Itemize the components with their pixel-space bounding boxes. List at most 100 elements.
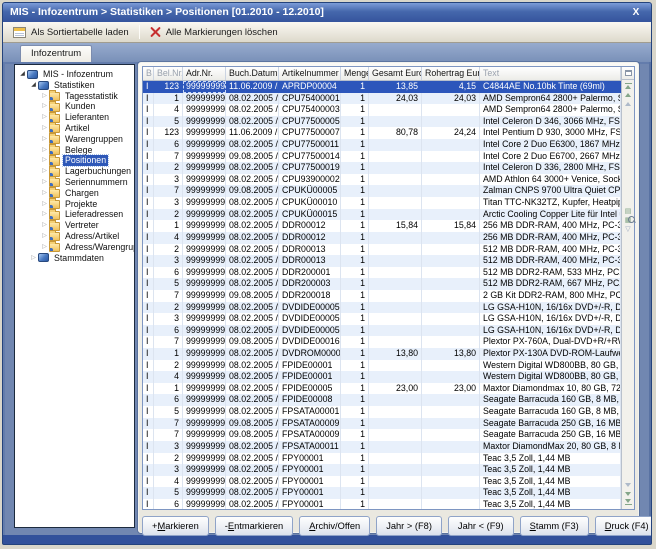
scroll-row-down-button[interactable] bbox=[622, 480, 634, 489]
table-row[interactable]: I1239999999911.06.2009 /DoAPRDP00004113,… bbox=[143, 81, 621, 93]
tree-item-tagesstatistik[interactable]: ▷Tagesstatistik bbox=[15, 91, 134, 102]
table-row[interactable]: I79999999909.08.2005 /DiDDR20001812 GB K… bbox=[143, 290, 621, 302]
footer-button-stamm-f3[interactable]: Stamm (F3) bbox=[520, 516, 589, 536]
collapsed-arrow-icon[interactable]: ▷ bbox=[40, 188, 49, 199]
tree-item-mis-infozentrum[interactable]: ◢MIS - Infozentrum bbox=[15, 69, 134, 80]
column-header-text[interactable]: Text bbox=[480, 67, 621, 80]
table-row[interactable]: I19999999908.02.2005 /DiDVDROM00001113,8… bbox=[143, 348, 621, 360]
table-row[interactable]: I29999999908.02.2005 /DiDDR000131512 MB … bbox=[143, 244, 621, 256]
footer-button-druck-f4[interactable]: Druck (F4) bbox=[595, 516, 652, 536]
table-row[interactable]: I39999999908.02.2005 /DiDDR000131512 MB … bbox=[143, 255, 621, 267]
table-row[interactable]: I29999999908.02.2005 /DiCPUKÜ000151Arcti… bbox=[143, 209, 621, 221]
tree-item-kunden[interactable]: ▷Kunden bbox=[15, 101, 134, 112]
collapsed-arrow-icon[interactable]: ▷ bbox=[40, 177, 49, 188]
tree-item-lieferanten[interactable]: ▷Lieferanten bbox=[15, 112, 134, 123]
collapsed-arrow-icon[interactable]: ▷ bbox=[40, 101, 49, 112]
table-row[interactable]: I79999999909.08.2005 /DiDVDIDE000161Plex… bbox=[143, 336, 621, 348]
table-row[interactable]: I69999999908.02.2005 /DiDVDIDE000051LG G… bbox=[143, 325, 621, 337]
scroll-first-row-button[interactable] bbox=[622, 81, 634, 90]
table-row[interactable]: I39999999908.02.2005 /DiFPY000011Teac 3,… bbox=[143, 464, 621, 476]
expanded-arrow-icon[interactable]: ◢ bbox=[29, 80, 38, 91]
tree-item-adress-warengruppen[interactable]: ▷Adress/Warengruppen bbox=[15, 242, 134, 253]
footer-button-jahr-f8[interactable]: Jahr > (F8) bbox=[376, 516, 442, 536]
collapsed-arrow-icon[interactable]: ▷ bbox=[29, 253, 38, 264]
close-button[interactable]: X bbox=[629, 3, 643, 22]
collapsed-arrow-icon[interactable]: ▷ bbox=[40, 209, 49, 220]
collapsed-arrow-icon[interactable]: ▷ bbox=[40, 123, 49, 134]
load-sort-table-button[interactable]: Als Sortiertabelle laden bbox=[7, 25, 135, 40]
tree-item-adress-artikel[interactable]: ▷Adress/Artikel bbox=[15, 231, 134, 242]
collapsed-arrow-icon[interactable]: ▷ bbox=[40, 166, 49, 177]
column-header-buch-datum[interactable]: Buch.Datum bbox=[226, 67, 279, 80]
table-row[interactable]: I79999999909.08.2005 /DiFPSATA000091Seag… bbox=[143, 418, 621, 430]
table-row[interactable]: I1239999999911.06.2009 /DoCPU77500007180… bbox=[143, 127, 621, 139]
table-row[interactable]: I49999999908.02.2005 /DiDDR000121256 MB … bbox=[143, 232, 621, 244]
column-header-gesamt-euro[interactable]: Gesamt Euro bbox=[369, 67, 422, 80]
table-row[interactable]: I29999999908.02.2005 /DiCPU775000191Inte… bbox=[143, 162, 621, 174]
table-row[interactable]: I19999999908.02.2005 /DiCPU75400001124,0… bbox=[143, 93, 621, 105]
column-header-artikelnummer[interactable]: Artikelnummer bbox=[279, 67, 341, 80]
column-header-b[interactable]: B bbox=[143, 67, 154, 80]
table-row[interactable]: I69999999908.02.2005 /DiFPIDE000081Seaga… bbox=[143, 394, 621, 406]
grid-scrollbar[interactable]: ▤ ▦ ▽ bbox=[621, 67, 634, 509]
table-row[interactable]: I39999999908.02.2005 /DiFPSATA000111Maxt… bbox=[143, 441, 621, 453]
table-row[interactable]: I19999999908.02.2005 /DiDDR00012115,8415… bbox=[143, 220, 621, 232]
table-row[interactable]: I79999999909.08.2005 /DiFPSATA000091Seag… bbox=[143, 429, 621, 441]
table-row[interactable]: I19999999908.02.2005 /DiFPIDE00005123,00… bbox=[143, 383, 621, 395]
table-row[interactable]: I49999999908.02.2005 /DiFPIDE000011Weste… bbox=[143, 371, 621, 383]
table-row[interactable]: I29999999908.02.2005 /DiFPY000011Teac 3,… bbox=[143, 453, 621, 465]
table-row[interactable]: I39999999908.02.2005 /DiCPU939000021AMD … bbox=[143, 174, 621, 186]
tree-item-positionen[interactable]: ▷Positionen bbox=[15, 155, 134, 166]
grid-view-icon[interactable]: ▤ bbox=[622, 207, 634, 216]
table-row[interactable]: I59999999908.02.2005 /DiFPY000011Teac 3,… bbox=[143, 487, 621, 499]
collapsed-arrow-icon[interactable]: ▷ bbox=[40, 112, 49, 123]
tree-item-belege[interactable]: ▷Belege bbox=[15, 145, 134, 156]
tree-item-statistiken[interactable]: ◢Statistiken bbox=[15, 80, 134, 91]
table-row[interactable]: I39999999908.02.2005 /DiCPUKÜ000101Titan… bbox=[143, 197, 621, 209]
table-row[interactable]: I59999999908.02.2005 /DiFPSATA000011Seag… bbox=[143, 406, 621, 418]
clear-marks-button[interactable]: Alle Markierungen löschen bbox=[144, 25, 284, 40]
footer-button-archiv-offen[interactable]: Archiv/Offen bbox=[299, 516, 370, 536]
collapsed-arrow-icon[interactable]: ▷ bbox=[40, 242, 49, 253]
filter-icon[interactable]: ▽ bbox=[622, 225, 634, 234]
tab-infozentrum[interactable]: Infozentrum bbox=[20, 45, 92, 62]
expanded-arrow-icon[interactable]: ◢ bbox=[18, 69, 27, 80]
table-row[interactable]: I59999999908.02.2005 /DiDDR2000031512 MB… bbox=[143, 278, 621, 290]
tree-item-artikel[interactable]: ▷Artikel bbox=[15, 123, 134, 134]
table-row[interactable]: I79999999909.08.2005 /DiCPUKÜ000051Zalma… bbox=[143, 185, 621, 197]
table-row[interactable]: I29999999908.02.2005 /DiDVDIDE000051LG G… bbox=[143, 302, 621, 314]
table-row[interactable]: I29999999908.02.2005 /DiFPIDE000011Weste… bbox=[143, 360, 621, 372]
collapsed-arrow-icon[interactable]: ▷ bbox=[40, 145, 49, 156]
collapsed-arrow-icon[interactable]: ▷ bbox=[40, 220, 49, 231]
tree-item-seriennummern[interactable]: ▷Seriennummern bbox=[15, 177, 134, 188]
table-row[interactable]: I39999999908.02.2005 /DiDVDIDE000051LG G… bbox=[143, 313, 621, 325]
table-row[interactable]: I49999999908.02.2005 /DiFPY000011Teac 3,… bbox=[143, 476, 621, 488]
table-row[interactable]: I69999999908.02.2005 /DiFPY000011Teac 3,… bbox=[143, 499, 621, 509]
tree-item-stammdaten[interactable]: ▷Stammdaten bbox=[15, 253, 134, 264]
collapsed-arrow-icon[interactable]: ▷ bbox=[40, 134, 49, 145]
column-header-bel-nr[interactable]: Bel.Nr. bbox=[154, 67, 183, 80]
collapsed-arrow-icon[interactable]: ▷ bbox=[40, 231, 49, 242]
column-header-rohertrag-euro[interactable]: Rohertrag Euro bbox=[422, 67, 480, 80]
tree-item-warengruppen[interactable]: ▷Warengruppen bbox=[15, 134, 134, 145]
scroll-row-up-button[interactable] bbox=[622, 99, 634, 108]
collapsed-arrow-icon[interactable]: ▷ bbox=[40, 91, 49, 102]
table-row[interactable]: I79999999909.08.2005 /DiCPU775000141Inte… bbox=[143, 151, 621, 163]
footer-button-jahr-f9[interactable]: Jahr < (F9) bbox=[448, 516, 514, 536]
column-chooser-button[interactable] bbox=[622, 67, 634, 80]
table-row[interactable]: I59999999908.02.2005 /DiCPU775000051Inte… bbox=[143, 116, 621, 128]
column-header-menge[interactable]: Menge bbox=[341, 67, 369, 80]
column-header-adr-nr[interactable]: Adr.Nr. bbox=[183, 67, 226, 80]
collapsed-arrow-icon[interactable]: ▷ bbox=[40, 155, 49, 166]
scroll-page-down-button[interactable] bbox=[622, 489, 634, 498]
table-row[interactable]: I69999999908.02.2005 /DiDDR2000011512 MB… bbox=[143, 267, 621, 279]
scroll-last-row-button[interactable] bbox=[622, 498, 634, 507]
table-row[interactable]: I49999999908.02.2005 /DiCPU754000031AMD … bbox=[143, 104, 621, 116]
tree-item-vertreter[interactable]: ▷Vertreter bbox=[15, 220, 134, 231]
tree-item-lieferadressen[interactable]: ▷Lieferadressen bbox=[15, 209, 134, 220]
scroll-page-up-button[interactable] bbox=[622, 90, 634, 99]
tree-item-projekte[interactable]: ▷Projekte bbox=[15, 199, 134, 210]
tree-item-chargen[interactable]: ▷Chargen bbox=[15, 188, 134, 199]
table-row[interactable]: I69999999908.02.2005 /DiCPU775000111Inte… bbox=[143, 139, 621, 151]
collapsed-arrow-icon[interactable]: ▷ bbox=[40, 199, 49, 210]
